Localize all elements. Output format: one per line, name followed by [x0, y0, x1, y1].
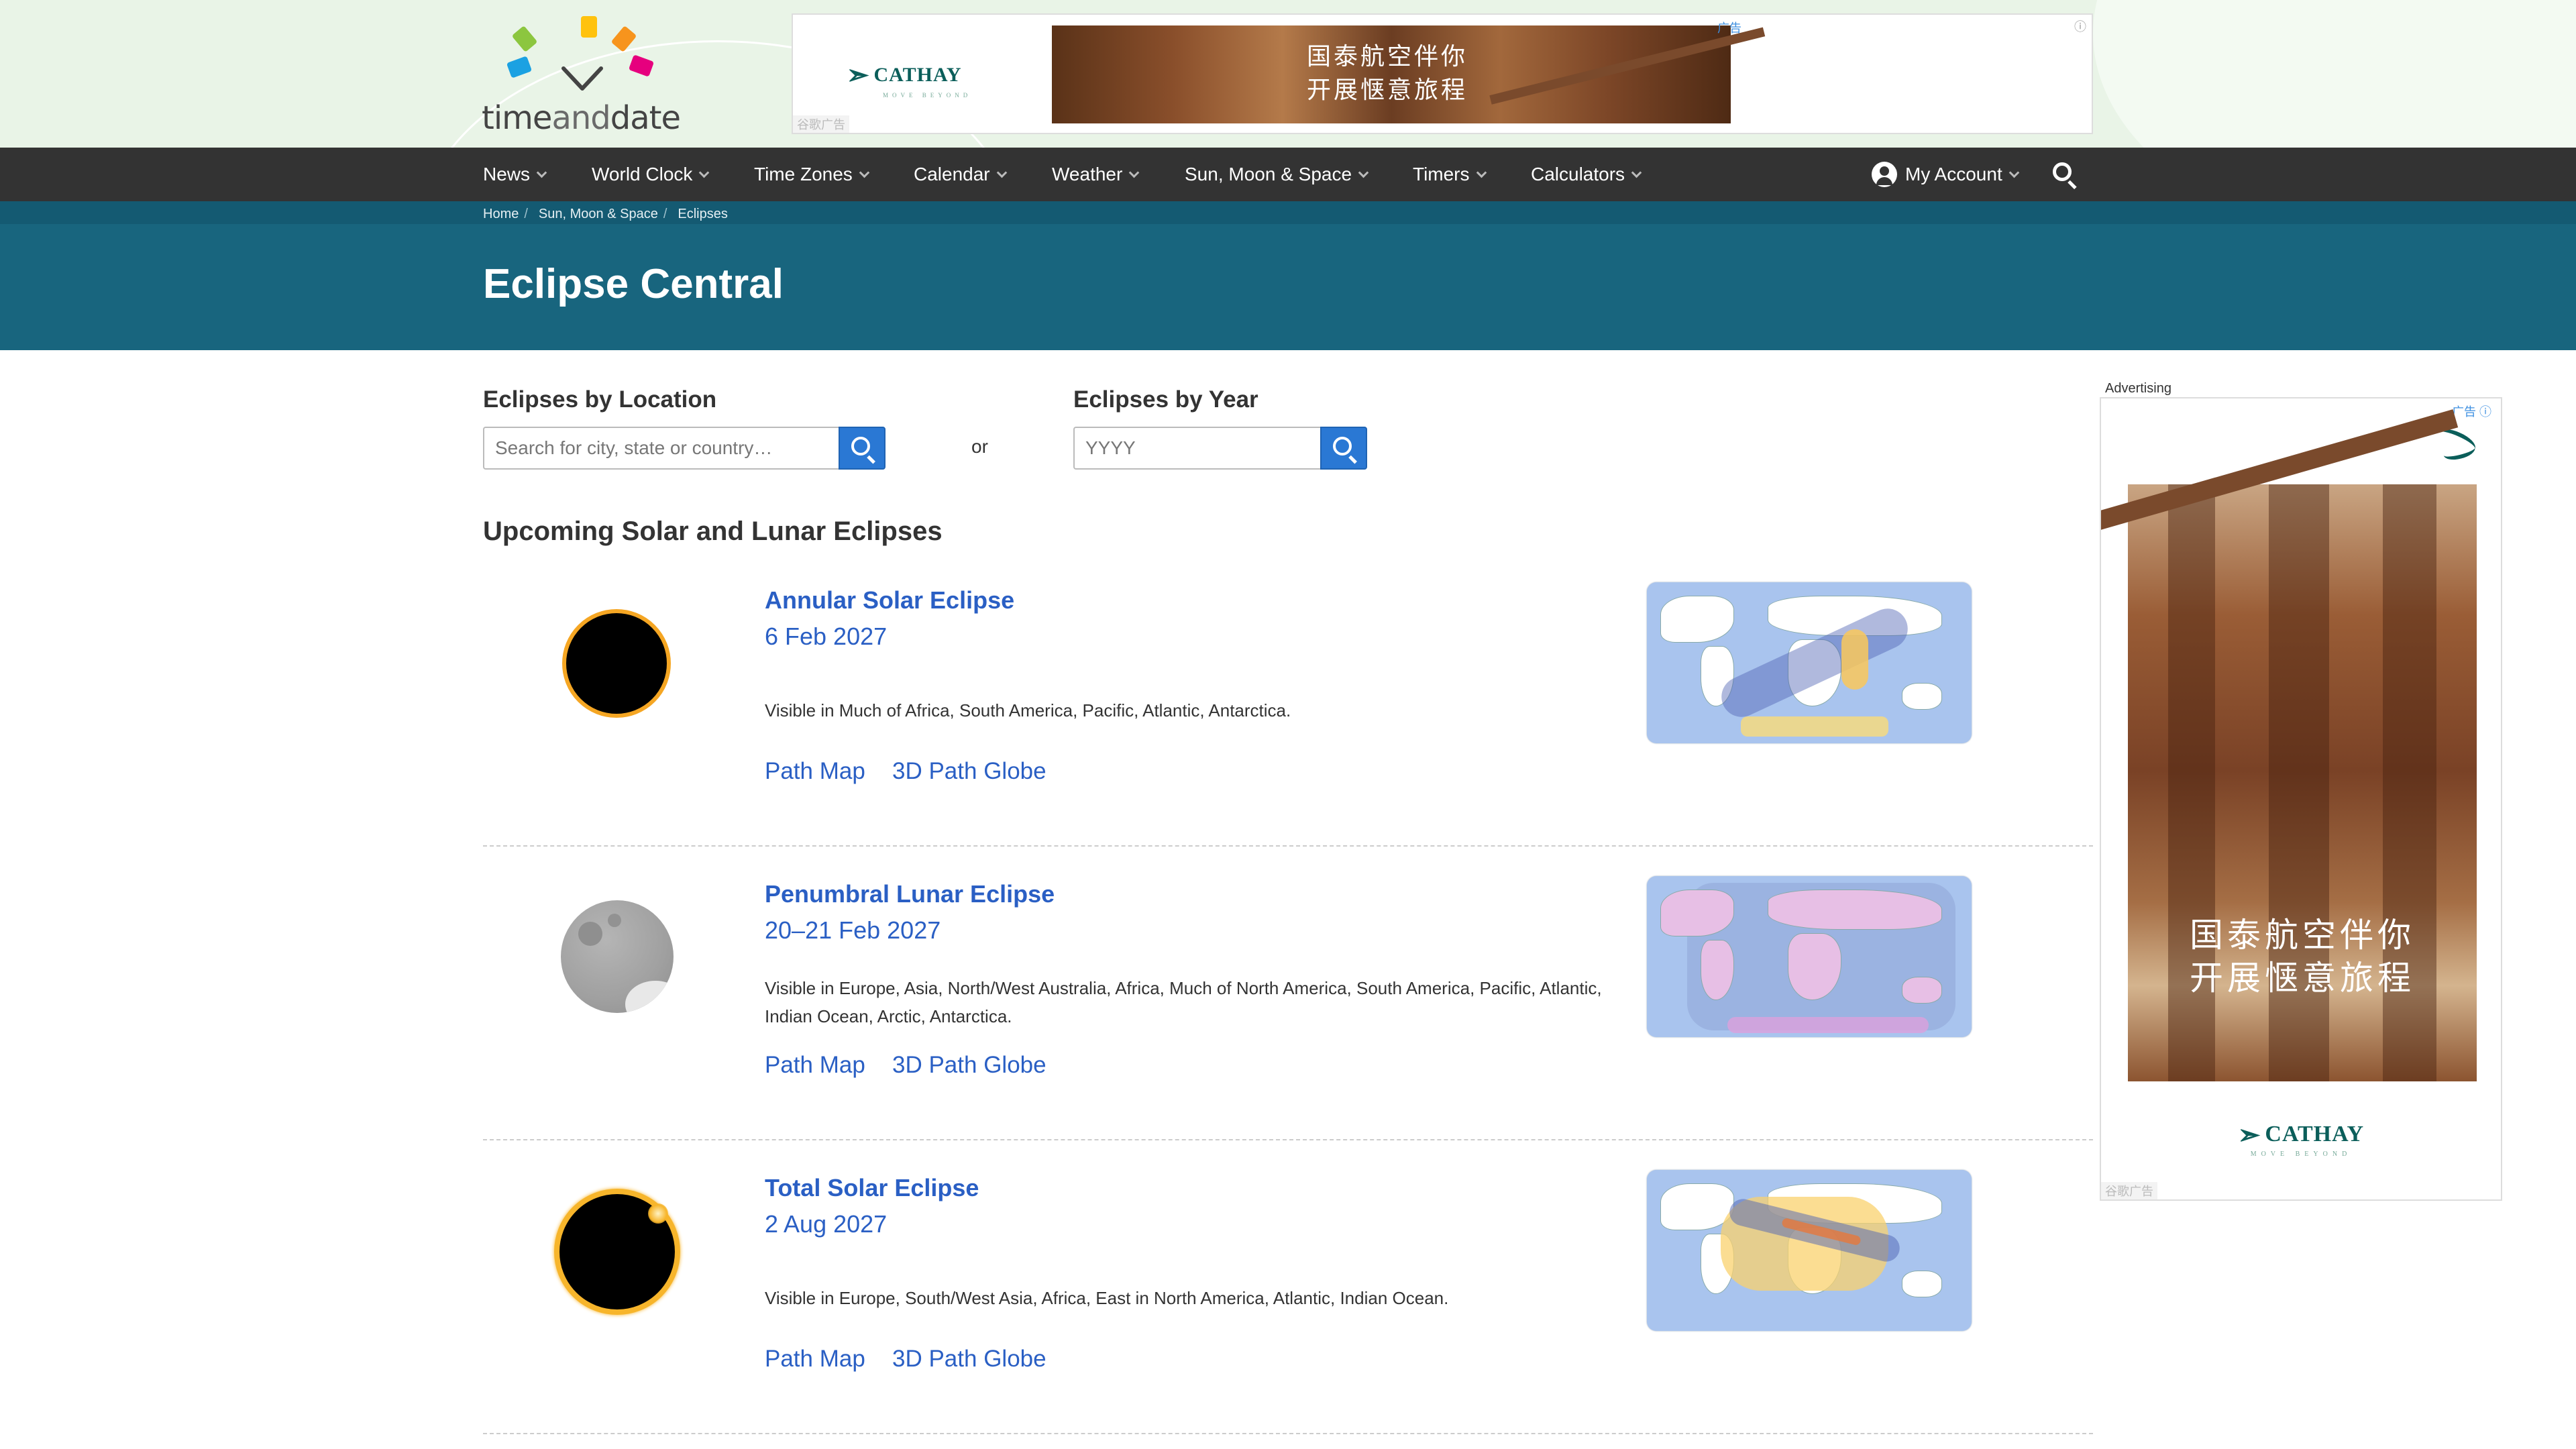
nav-item-sun-moon-space[interactable]: Sun, Moon & Space [1185, 148, 1369, 201]
chevron-down-icon [699, 167, 710, 178]
total-solar-eclipse-icon [554, 1189, 680, 1315]
eclipse-title[interactable]: Total Solar Eclipse [765, 1174, 979, 1202]
chevron-down-icon [536, 167, 547, 178]
ad-slogan: 国泰航空伴你 开展惬意旅程 [1307, 43, 1468, 104]
location-search-input[interactable] [483, 427, 840, 470]
site-logo[interactable]: timeanddate [482, 16, 696, 137]
annular-eclipse-icon [562, 609, 671, 718]
ad-label: 谷歌广告 [2101, 1182, 2157, 1199]
page-title: Eclipse Central [483, 261, 784, 307]
eclipse-title[interactable]: Penumbral Lunar Eclipse [765, 880, 1055, 908]
nav-item-calculators[interactable]: Calculators [1531, 148, 1642, 201]
chevron-down-icon [859, 167, 870, 178]
chevron-down-icon [1476, 167, 1487, 178]
path-map-link[interactable]: Path Map [765, 758, 865, 785]
cathay-bird-icon: ➣ [847, 60, 870, 90]
eclipse-item: Annular Solar Eclipse 6 Feb 2027 Visible… [483, 553, 2093, 847]
nav-item-weather[interactable]: Weather [1052, 148, 1140, 201]
advertising-label: Advertising [2105, 381, 2171, 396]
breadcrumb-bar [0, 201, 2576, 224]
cathay-bird-icon [2436, 432, 2477, 459]
banner-ad[interactable]: ➣ CATHAY MOVE BEYOND 国泰航空伴你 开展惬意旅程 广告 ⓘ 谷歌广… [792, 13, 2093, 134]
year-search-input[interactable] [1073, 427, 1323, 470]
location-search-button[interactable] [839, 427, 885, 470]
year-search-label: Eclipses by Year [1073, 386, 1258, 413]
eclipse-title[interactable]: Annular Solar Eclipse [765, 586, 1014, 614]
main-nav: News World Clock Time Zones Calendar Wea… [0, 148, 2576, 201]
eclipse-path-map-thumbnail[interactable] [1647, 1170, 1972, 1331]
eclipse-visibility: Visible in Europe, South/West Asia, Afri… [765, 1288, 1449, 1308]
side-ad[interactable]: 广告 ⓘ 国泰航空伴你 开展惬意旅程 ➣ CATHAY MOVE BEYOND 谷歌广… [2100, 397, 2502, 1201]
eclipse-visibility: Visible in Europe, Asia, North/West Aust… [765, 978, 1602, 1026]
page-hero: Home / Sun, Moon & Space / Eclipses Eclipse … [0, 201, 2576, 350]
logo-wordmark: timeanddate [482, 99, 681, 137]
ad-photo: 国泰航空伴你 开展惬意旅程 [1052, 25, 1731, 123]
my-account-button[interactable]: My Account [1872, 148, 2020, 201]
breadcrumb-home[interactable]: Home [483, 207, 519, 221]
breadcrumb-eclipses[interactable]: Eclipses [678, 207, 727, 221]
search-icon[interactable] [2051, 161, 2078, 190]
eclipse-visibility: Visible in Much of Africa, South America… [765, 700, 1291, 720]
cathay-bird-icon: ➣ [2237, 1120, 2261, 1150]
ad-label: 谷歌广告 [793, 115, 849, 133]
ad-tag[interactable]: 广告 ⓘ [2452, 402, 2491, 420]
nav-item-world-clock[interactable]: World Clock [592, 148, 710, 201]
ad-tag[interactable]: 广告 [1717, 19, 1741, 36]
nav-item-time-zones[interactable]: Time Zones [754, 148, 870, 201]
breadcrumb-sun-moon-space[interactable]: Sun, Moon & Space [539, 207, 658, 221]
search-icon [851, 437, 870, 455]
ad-slogan: 国泰航空伴你 开展惬意旅程 [2190, 916, 2415, 998]
breadcrumb: Home / Sun, Moon & Space / Eclipses [483, 207, 728, 221]
eclipse-path-map-thumbnail[interactable] [1647, 876, 1972, 1037]
search-icon [1333, 437, 1352, 455]
top-header: timeanddate ➣ CATHAY MOVE BEYOND 国泰航空伴你 开展惬… [0, 0, 2576, 148]
location-search-label: Eclipses by Location [483, 386, 717, 413]
chevron-down-icon [1631, 167, 1642, 178]
ad-brand-logo: ➣ CATHAY MOVE BEYOND [2237, 1120, 2365, 1158]
nav-item-calendar[interactable]: Calendar [914, 148, 1007, 201]
3d-path-globe-link[interactable]: 3D Path Globe [892, 1052, 1046, 1079]
path-map-link[interactable]: Path Map [765, 1346, 865, 1373]
nav-item-timers[interactable]: Timers [1413, 148, 1487, 201]
year-search-button[interactable] [1320, 427, 1367, 470]
eclipse-date[interactable]: 6 Feb 2027 [765, 623, 887, 651]
header-decoration [2093, 0, 2576, 148]
account-icon [1872, 161, 1897, 187]
logo-mark-icon [506, 16, 654, 91]
ad-choices-icon[interactable]: ⓘ [2074, 17, 2086, 35]
nav-item-news[interactable]: News [483, 148, 547, 201]
chevron-down-icon [2008, 167, 2020, 178]
eclipse-date[interactable]: 2 Aug 2027 [765, 1210, 887, 1238]
penumbral-lunar-eclipse-icon [561, 900, 674, 1013]
eclipse-item: Penumbral Lunar Eclipse 20–21 Feb 2027 V… [483, 847, 2093, 1140]
chevron-down-icon [1129, 167, 1140, 178]
3d-path-globe-link[interactable]: 3D Path Globe [892, 1346, 1046, 1373]
chevron-down-icon [1358, 167, 1369, 178]
upcoming-heading: Upcoming Solar and Lunar Eclipses [483, 517, 943, 546]
eclipse-date[interactable]: 20–21 Feb 2027 [765, 916, 941, 945]
eclipse-path-map-thumbnail[interactable] [1647, 582, 1972, 743]
ad-photo: 国泰航空伴你 开展惬意旅程 [2128, 484, 2477, 1081]
chevron-down-icon [996, 167, 1007, 178]
3d-path-globe-link[interactable]: 3D Path Globe [892, 758, 1046, 785]
ad-brand-logo: ➣ CATHAY MOVE BEYOND [847, 60, 972, 99]
or-separator: or [971, 436, 988, 457]
path-map-link[interactable]: Path Map [765, 1052, 865, 1079]
eclipse-item: Total Solar Eclipse 2 Aug 2027 Visible i… [483, 1140, 2093, 1434]
